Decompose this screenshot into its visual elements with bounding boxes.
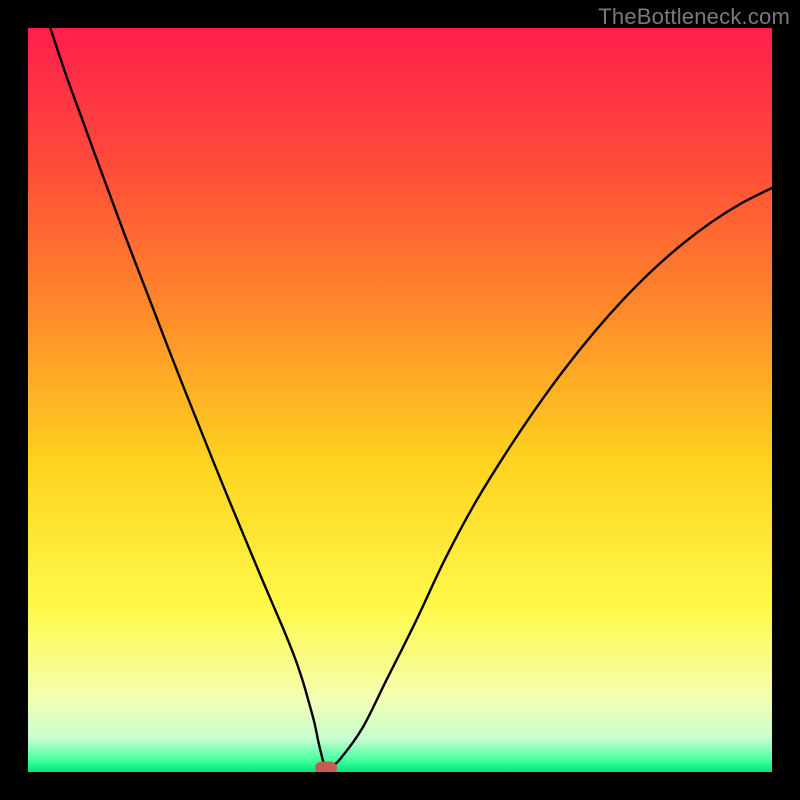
chart-frame: TheBottleneck.com	[0, 0, 800, 800]
bottleneck-curve	[50, 28, 772, 769]
plot-area	[28, 28, 772, 772]
optimal-point-marker	[315, 762, 337, 772]
watermark-text: TheBottleneck.com	[598, 4, 790, 30]
curve-layer	[28, 28, 772, 772]
